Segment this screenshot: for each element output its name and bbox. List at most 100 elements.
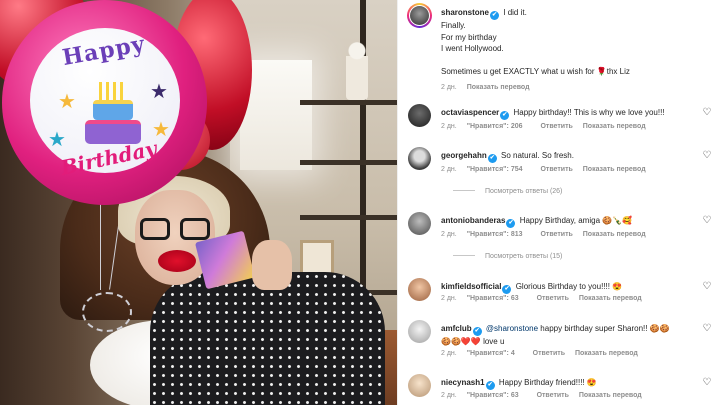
comment-meta: 2 дн. "Нравится": 813 Ответить Показать п… [441,231,654,238]
avatar[interactable] [407,3,432,28]
verified-icon: ✔ [502,285,512,294]
reply-button[interactable]: Ответить [540,231,572,238]
heart-icon[interactable]: ♡ [701,107,713,119]
photo-glasses [140,218,212,242]
likes-count[interactable]: "Нравится": 206 [467,123,531,130]
timestamp[interactable]: 2 дн. [441,84,457,91]
username[interactable]: amfclub [441,324,472,333]
emoji: 😍 [612,282,623,291]
photo-shelf [300,160,397,165]
verified-icon: ✔ [506,219,516,228]
photo-ribbon [82,292,132,332]
caption-line: Finally. [441,21,466,30]
comment-meta: 2 дн. "Нравится": 4 Ответить Показать пер… [441,350,646,357]
likes-count[interactable]: "Нравится": 63 [467,392,527,399]
comment-body: So natural. So fresh. [501,151,574,160]
comment-meta: 2 дн. "Нравится": 206 Ответить Показать п… [441,123,654,130]
translate-link[interactable]: Показать перевод [579,392,642,399]
photo-shelf [300,215,397,220]
avatar[interactable] [408,374,431,397]
comment-text: octaviaspencer ✔ Happy birthday!! This is… [441,107,703,120]
photo-lips [158,250,196,272]
heart-icon[interactable]: ♡ [701,377,713,389]
likes-count[interactable]: "Нравится": 813 [467,231,531,238]
post-photo[interactable]: ★ ★ ★ ★ Happy Birthday [0,0,397,405]
heart-icon[interactable]: ♡ [701,323,713,335]
cake-icon [85,78,141,144]
avatar[interactable] [408,212,431,235]
translate-link[interactable]: Показать перевод [579,295,642,302]
photo-pajamas [150,272,385,405]
translate-link[interactable]: Показать перевод [467,84,530,91]
translate-link[interactable]: Показать перевод [583,166,646,173]
caption-line: thx Liz [606,66,630,76]
translate-link[interactable]: Показать перевод [583,123,646,130]
username[interactable]: octaviaspencer [441,108,499,117]
translate-link[interactable]: Показать перевод [583,231,646,238]
avatar[interactable] [408,320,431,343]
emoji: 🍪🍪❤️❤️ [441,337,481,346]
reply-button[interactable]: Ответить [540,123,572,130]
photo-figurine [346,40,368,100]
view-replies-button[interactable]: Посмотреть ответы (26) [453,188,562,195]
username[interactable]: sharonstone [441,8,489,17]
comment-body: love u [483,337,505,346]
avatar[interactable] [408,278,431,301]
username[interactable]: georgehahn [441,151,487,160]
comment-text: kimfieldsofficial ✔ Glorious Birthday to … [441,281,703,294]
caption-line: For my birthday [441,32,497,42]
balloon-string [100,200,101,290]
view-replies-button[interactable]: Посмотреть ответы (15) [453,253,562,260]
emoji: 🍪🍾🥰 [602,216,633,225]
comment-text: antoniobanderas ✔ Happy Birthday, amiga 🍪… [441,215,703,228]
username[interactable]: antoniobanderas [441,216,505,225]
timestamp[interactable]: 2 дн. [441,350,457,357]
reply-button[interactable]: Ответить [537,392,569,399]
reply-button[interactable]: Ответить [533,350,565,357]
heart-icon[interactable]: ♡ [701,281,713,293]
caption-line: Sometimes u get EXACTLY what u wish for [441,66,595,76]
likes-count[interactable]: "Нравится": 63 [467,295,527,302]
caption-line: I went Hollywood. [441,44,504,53]
timestamp[interactable]: 2 дн. [441,166,457,173]
verified-icon: ✔ [487,154,497,163]
timestamp[interactable]: 2 дн. [441,231,457,238]
comment-text: niecynash1 ✔ Happy Birthday friend!!!! 😍 [441,377,703,390]
caption-line: I did it. [503,8,527,17]
comment-body: Happy Birthday, amiga [519,216,601,225]
photo-hand [252,240,292,290]
mention-link[interactable]: @sharonstone [486,324,538,333]
star-icon: ★ [48,129,66,151]
avatar[interactable] [408,104,431,127]
rose-icon: 🌹 [596,66,607,76]
likes-count[interactable]: "Нравится": 754 [467,166,531,173]
comment-text: georgehahn ✔ So natural. So fresh. [441,150,703,163]
caption-meta: 2 дн. Показать перевод [441,84,538,91]
comment-text: amfclub ✔ @sharonstone happy birthday sup… [441,323,703,348]
timestamp[interactable]: 2 дн. [441,392,457,399]
emoji: 😍 [586,378,597,387]
verified-icon: ✔ [485,381,495,390]
reply-button[interactable]: Ответить [537,295,569,302]
likes-count[interactable]: "Нравится": 4 [467,350,523,357]
comments-panel[interactable]: sharonstone ✔ I did it. Finally. For my b… [397,0,720,405]
timestamp[interactable]: 2 дн. [441,123,457,130]
translate-link[interactable]: Показать перевод [575,350,638,357]
reply-button[interactable]: Ответить [540,166,572,173]
comment-body: Glorious Birthday to you!!!! [515,282,610,291]
star-icon: ★ [58,91,76,113]
heart-icon[interactable]: ♡ [701,150,713,162]
username[interactable]: niecynash1 [441,378,485,387]
verified-icon: ✔ [500,111,510,120]
photo-shelf [300,100,397,105]
star-icon: ★ [152,119,170,141]
username[interactable]: kimfieldsofficial [441,282,501,291]
verified-icon: ✔ [472,327,482,336]
emoji: 🍪🍪 [649,324,670,333]
avatar[interactable] [408,147,431,170]
star-icon: ★ [150,81,168,103]
verified-icon: ✔ [490,11,500,20]
comment-meta: 2 дн. "Нравится": 63 Ответить Показать пе… [441,295,650,302]
timestamp[interactable]: 2 дн. [441,295,457,302]
heart-icon[interactable]: ♡ [701,215,713,227]
